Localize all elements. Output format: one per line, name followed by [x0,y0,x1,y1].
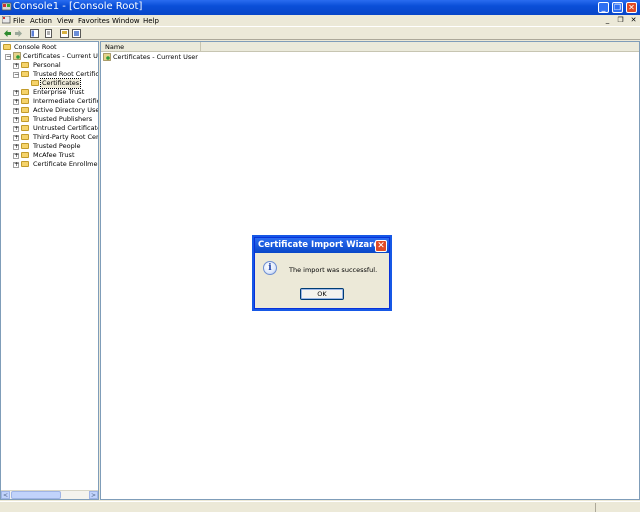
folder-icon [3,44,11,50]
forward-arrow-icon[interactable] [14,29,23,38]
folder-icon [21,89,29,95]
folder-icon [21,143,29,149]
open-folder-icon [21,71,29,77]
menu-view[interactable]: View [57,17,74,25]
menu-favorites[interactable]: Favorites [78,17,110,25]
mdi-restore-button[interactable]: ❐ [616,16,625,25]
certificate-store-icon [13,52,21,60]
expand-toggle[interactable]: + [13,63,19,69]
export-list-icon[interactable] [45,29,54,38]
mdi-close-button[interactable]: ✕ [629,16,638,25]
properties-icon[interactable] [72,29,81,38]
expand-toggle[interactable]: + [13,99,19,105]
tree-label-selected: Certificates [39,78,82,89]
title-bar: Console1 - [Console Root] _ ❐ ✕ [0,0,640,15]
information-icon: i [263,261,277,275]
back-arrow-icon[interactable] [3,29,12,38]
toolbar [0,26,640,40]
horizontal-scrollbar[interactable]: < > [1,490,98,499]
tree-label: Third-Party Root Certification Authoriti… [33,133,99,141]
minimize-button[interactable]: _ [598,2,609,13]
column-header-name[interactable]: Name [101,42,201,52]
console-icon[interactable] [2,16,11,25]
tree-label: Active Directory User Object [33,106,99,114]
list-item-label: Certificates - Current User [113,53,198,61]
close-button[interactable]: ✕ [626,2,637,13]
menu-help[interactable]: Help [143,17,159,25]
tree-label: Trusted Root Certification Authorities [33,70,99,78]
menu-file[interactable]: File [13,17,25,25]
mmc-app-icon[interactable] [2,2,12,12]
scroll-right-arrow-icon[interactable]: > [89,491,98,499]
show-hide-tree-icon[interactable] [30,29,39,38]
collapse-toggle[interactable]: − [5,54,11,60]
tree-label: Certificates - Current User [23,52,98,60]
folder-icon [21,161,29,167]
restore-button[interactable]: ❐ [612,2,623,13]
column-header-label: Name [105,43,125,51]
scroll-thumb[interactable] [11,491,61,499]
folder-icon [21,98,29,104]
certificate-store-icon [103,53,111,61]
tree-label: Console Root [14,43,57,51]
menu-window[interactable]: Window [112,17,140,25]
dialog-title: Certificate Import Wizard [258,240,380,250]
folder-icon [21,125,29,131]
expand-toggle[interactable]: + [13,108,19,114]
certificate-import-wizard-dialog: Certificate Import Wizard ✕ i The import… [254,237,390,309]
menu-action[interactable]: Action [30,17,52,25]
ok-button[interactable]: OK [300,288,344,300]
tree-label: Intermediate Certification Authorities [33,97,98,105]
tree-label: Untrusted Certificates [33,124,99,132]
console-tree-pane[interactable]: Console Root − Certificates - Current Us… [0,41,99,500]
folder-icon [21,134,29,140]
folder-icon [21,62,29,68]
dialog-title-bar[interactable]: Certificate Import Wizard ✕ [255,238,389,253]
tree-label: Enterprise Trust [33,88,85,96]
column-header-filler [201,42,639,52]
tree-label: Trusted Publishers [33,115,93,123]
folder-icon [21,116,29,122]
folder-icon [21,107,29,113]
expand-toggle[interactable]: + [13,135,19,141]
status-bar [0,501,640,512]
dialog-message: The import was successful. [289,266,378,274]
expand-toggle[interactable]: + [13,144,19,150]
expand-toggle[interactable]: + [13,153,19,159]
scroll-left-arrow-icon[interactable]: < [1,491,10,499]
expand-toggle[interactable]: + [13,126,19,132]
expand-toggle[interactable]: + [13,162,19,168]
tree-label: Trusted People [33,142,81,150]
tree-label: Personal [33,61,61,69]
collapse-toggle[interactable]: − [13,72,19,78]
dialog-close-button[interactable]: ✕ [375,240,387,252]
folder-icon [21,152,29,158]
menu-bar: File Action View Favorites Window Help _… [0,15,640,26]
mdi-minimize-button[interactable]: _ [603,16,612,25]
tree-label: Certificate Enrollment Requests [33,160,98,168]
window-title: Console1 - [Console Root] [13,1,143,12]
status-separator [595,503,596,512]
expand-toggle[interactable]: + [13,117,19,123]
help-icon[interactable] [60,29,69,38]
tree-label: McAfee Trust [33,151,75,159]
expand-toggle[interactable]: + [13,90,19,96]
folder-icon [31,80,39,86]
